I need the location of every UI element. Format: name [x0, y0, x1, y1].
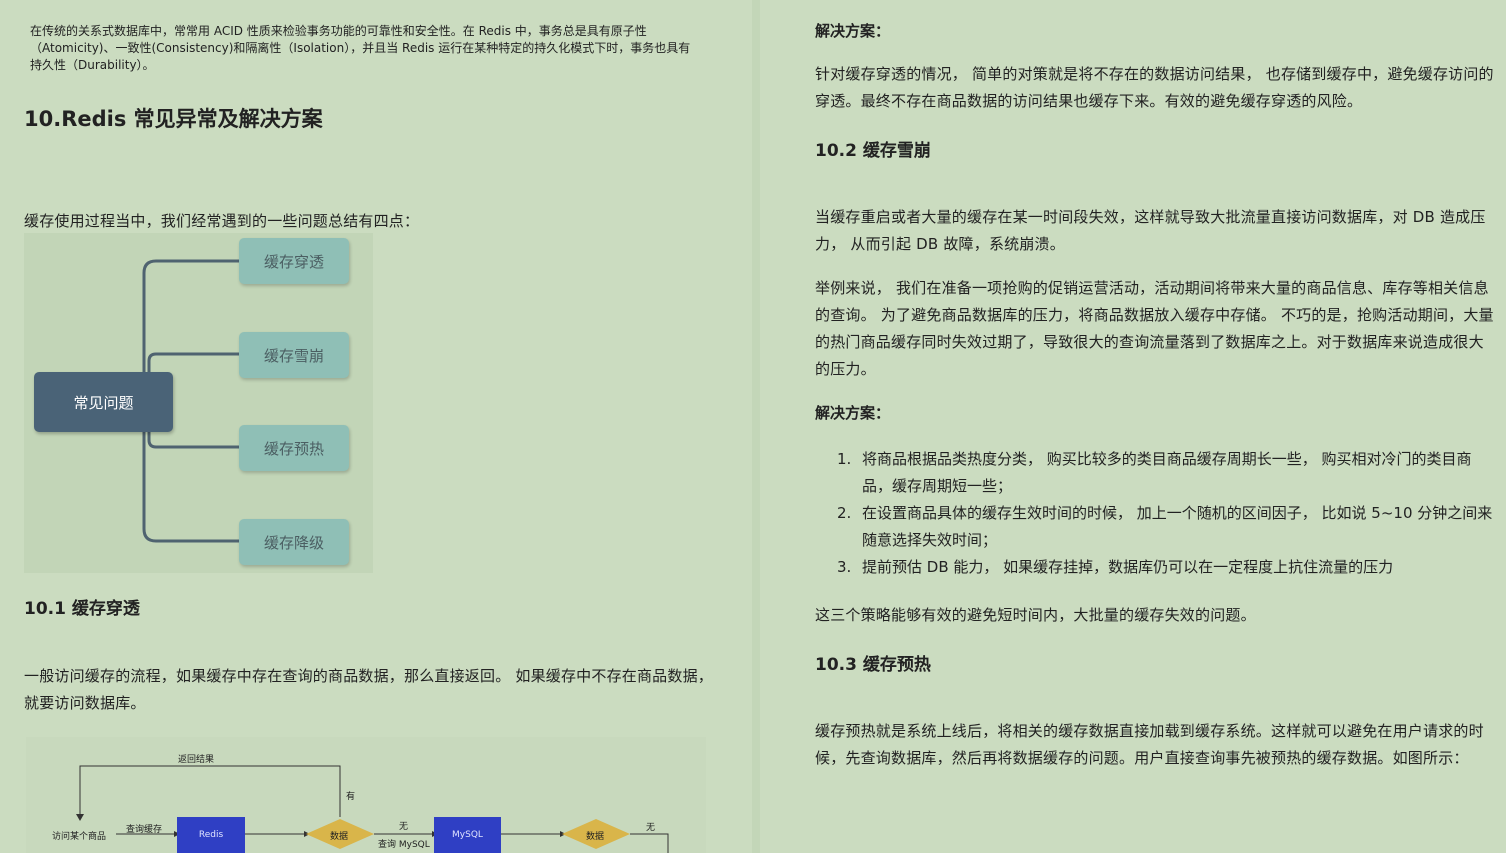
page-gutter: [752, 0, 760, 853]
flow-label-has: 有: [346, 792, 356, 802]
solution-item: 3. 提前预估 DB 能力， 如果缓存挂掉，数据库仍可以在一定程度上抗住流量的压…: [815, 554, 1495, 581]
flow-label-none-1: 无: [399, 822, 409, 832]
flow-label-query-cache: 查询缓存: [126, 825, 163, 835]
subsection-title-2: 10.2 缓存雪崩: [815, 141, 931, 161]
mindmap-root: 常见问题: [34, 372, 173, 432]
mindmap-leaf-avalanche: 缓存雪崩: [239, 332, 349, 378]
solution-item-text: 将商品根据品类热度分类， 购买比较多的类目商品缓存周期长一些， 购买相对冷门的类…: [862, 450, 1472, 495]
intro-paragraph: 在传统的关系式数据库中，常常用 ACID 性质来检验事务功能的可靠性和安全性。在…: [30, 24, 691, 72]
subsection-title-1: 10.1 缓存穿透: [24, 599, 140, 619]
mindmap-leaf-degrade: 缓存降级: [239, 519, 349, 565]
solution-item-text: 提前预估 DB 能力， 如果缓存挂掉，数据库仍可以在一定程度上抗住流量的压力: [862, 558, 1394, 576]
left-page: 在传统的关系式数据库中，常常用 ACID 性质来检验事务功能的可靠性和安全性。在…: [0, 0, 752, 853]
solution-item: 1. 将商品根据品类热度分类， 购买比较多的类目商品缓存周期长一些， 购买相对冷…: [815, 446, 1495, 500]
solution-number: 2.: [837, 504, 852, 522]
subsection-title-3: 10.3 缓存预热: [815, 655, 931, 675]
flow-label-none-2: 无: [646, 823, 656, 833]
solution-text-1: 针对缓存穿透的情况， 简单的对策就是将不存在的数据访问结果， 也存储到缓存中，避…: [815, 65, 1494, 110]
mindmap-leaf-warmup: 缓存预热: [239, 425, 349, 471]
solution-item: 2. 在设置商品具体的缓存生效时间的时候， 加上一个随机的区间因子， 比如说 5…: [815, 500, 1495, 554]
solution-label-1: 解决方案：: [815, 22, 891, 40]
solution-label-2: 解决方案：: [815, 404, 891, 422]
avalanche-paragraph-1: 当缓存重启或者大量的缓存在某一时间段失效，这样就导致大批流量直接访问数据库，对 …: [815, 208, 1486, 253]
section-title: 10.Redis 常见异常及解决方案: [24, 107, 323, 131]
solution-item-text: 在设置商品具体的缓存生效时间的时候， 加上一个随机的区间因子， 比如说 5~10…: [862, 504, 1493, 549]
right-page: 解决方案： 针对缓存穿透的情况， 简单的对策就是将不存在的数据访问结果， 也存储…: [760, 0, 1506, 853]
mindmap-diagram: 常见问题 缓存穿透 缓存雪崩 缓存预热 缓存降级: [24, 233, 373, 573]
penetration-paragraph: 一般访问缓存的流程，如果缓存中存在查询的商品数据，那么直接返回。 如果缓存中不存…: [24, 667, 713, 712]
warmup-paragraph: 缓存预热就是系统上线后，将相关的缓存数据直接加载到缓存系统。这样就可以避免在用户…: [815, 722, 1484, 767]
avalanche-paragraph-2: 举例来说， 我们在准备一项抢购的促销运营活动，活动期间将带来大量的商品信息、库存…: [815, 279, 1494, 378]
mindmap-leaf-penetration: 缓存穿透: [239, 238, 349, 284]
mysql-box: MySQL: [434, 817, 501, 853]
flow-label-visit: 访问某个商品: [52, 832, 107, 842]
flow-label-query-mysql: 查询 MySQL: [378, 840, 430, 850]
redis-box: Redis: [177, 817, 245, 853]
strategy-text: 这三个策略能够有效的避免短时间内，大批量的缓存失效的问题。: [815, 606, 1256, 624]
solution-list: 1. 将商品根据品类热度分类， 购买比较多的类目商品缓存周期长一些， 购买相对冷…: [815, 446, 1495, 581]
summary-text: 缓存使用过程当中，我们经常遇到的一些问题总结有四点：: [24, 212, 420, 230]
flow-diagram: 返回结果 访问某个商品 查询缓存 Redis 数据 有 无 查询 MySQL M…: [26, 737, 706, 853]
flow-label-data-1: 数据: [330, 832, 349, 842]
solution-number: 1.: [837, 450, 852, 468]
flow-label-data-2: 数据: [586, 832, 605, 842]
flow-label-return: 返回结果: [178, 755, 215, 765]
solution-number: 3.: [837, 558, 852, 576]
